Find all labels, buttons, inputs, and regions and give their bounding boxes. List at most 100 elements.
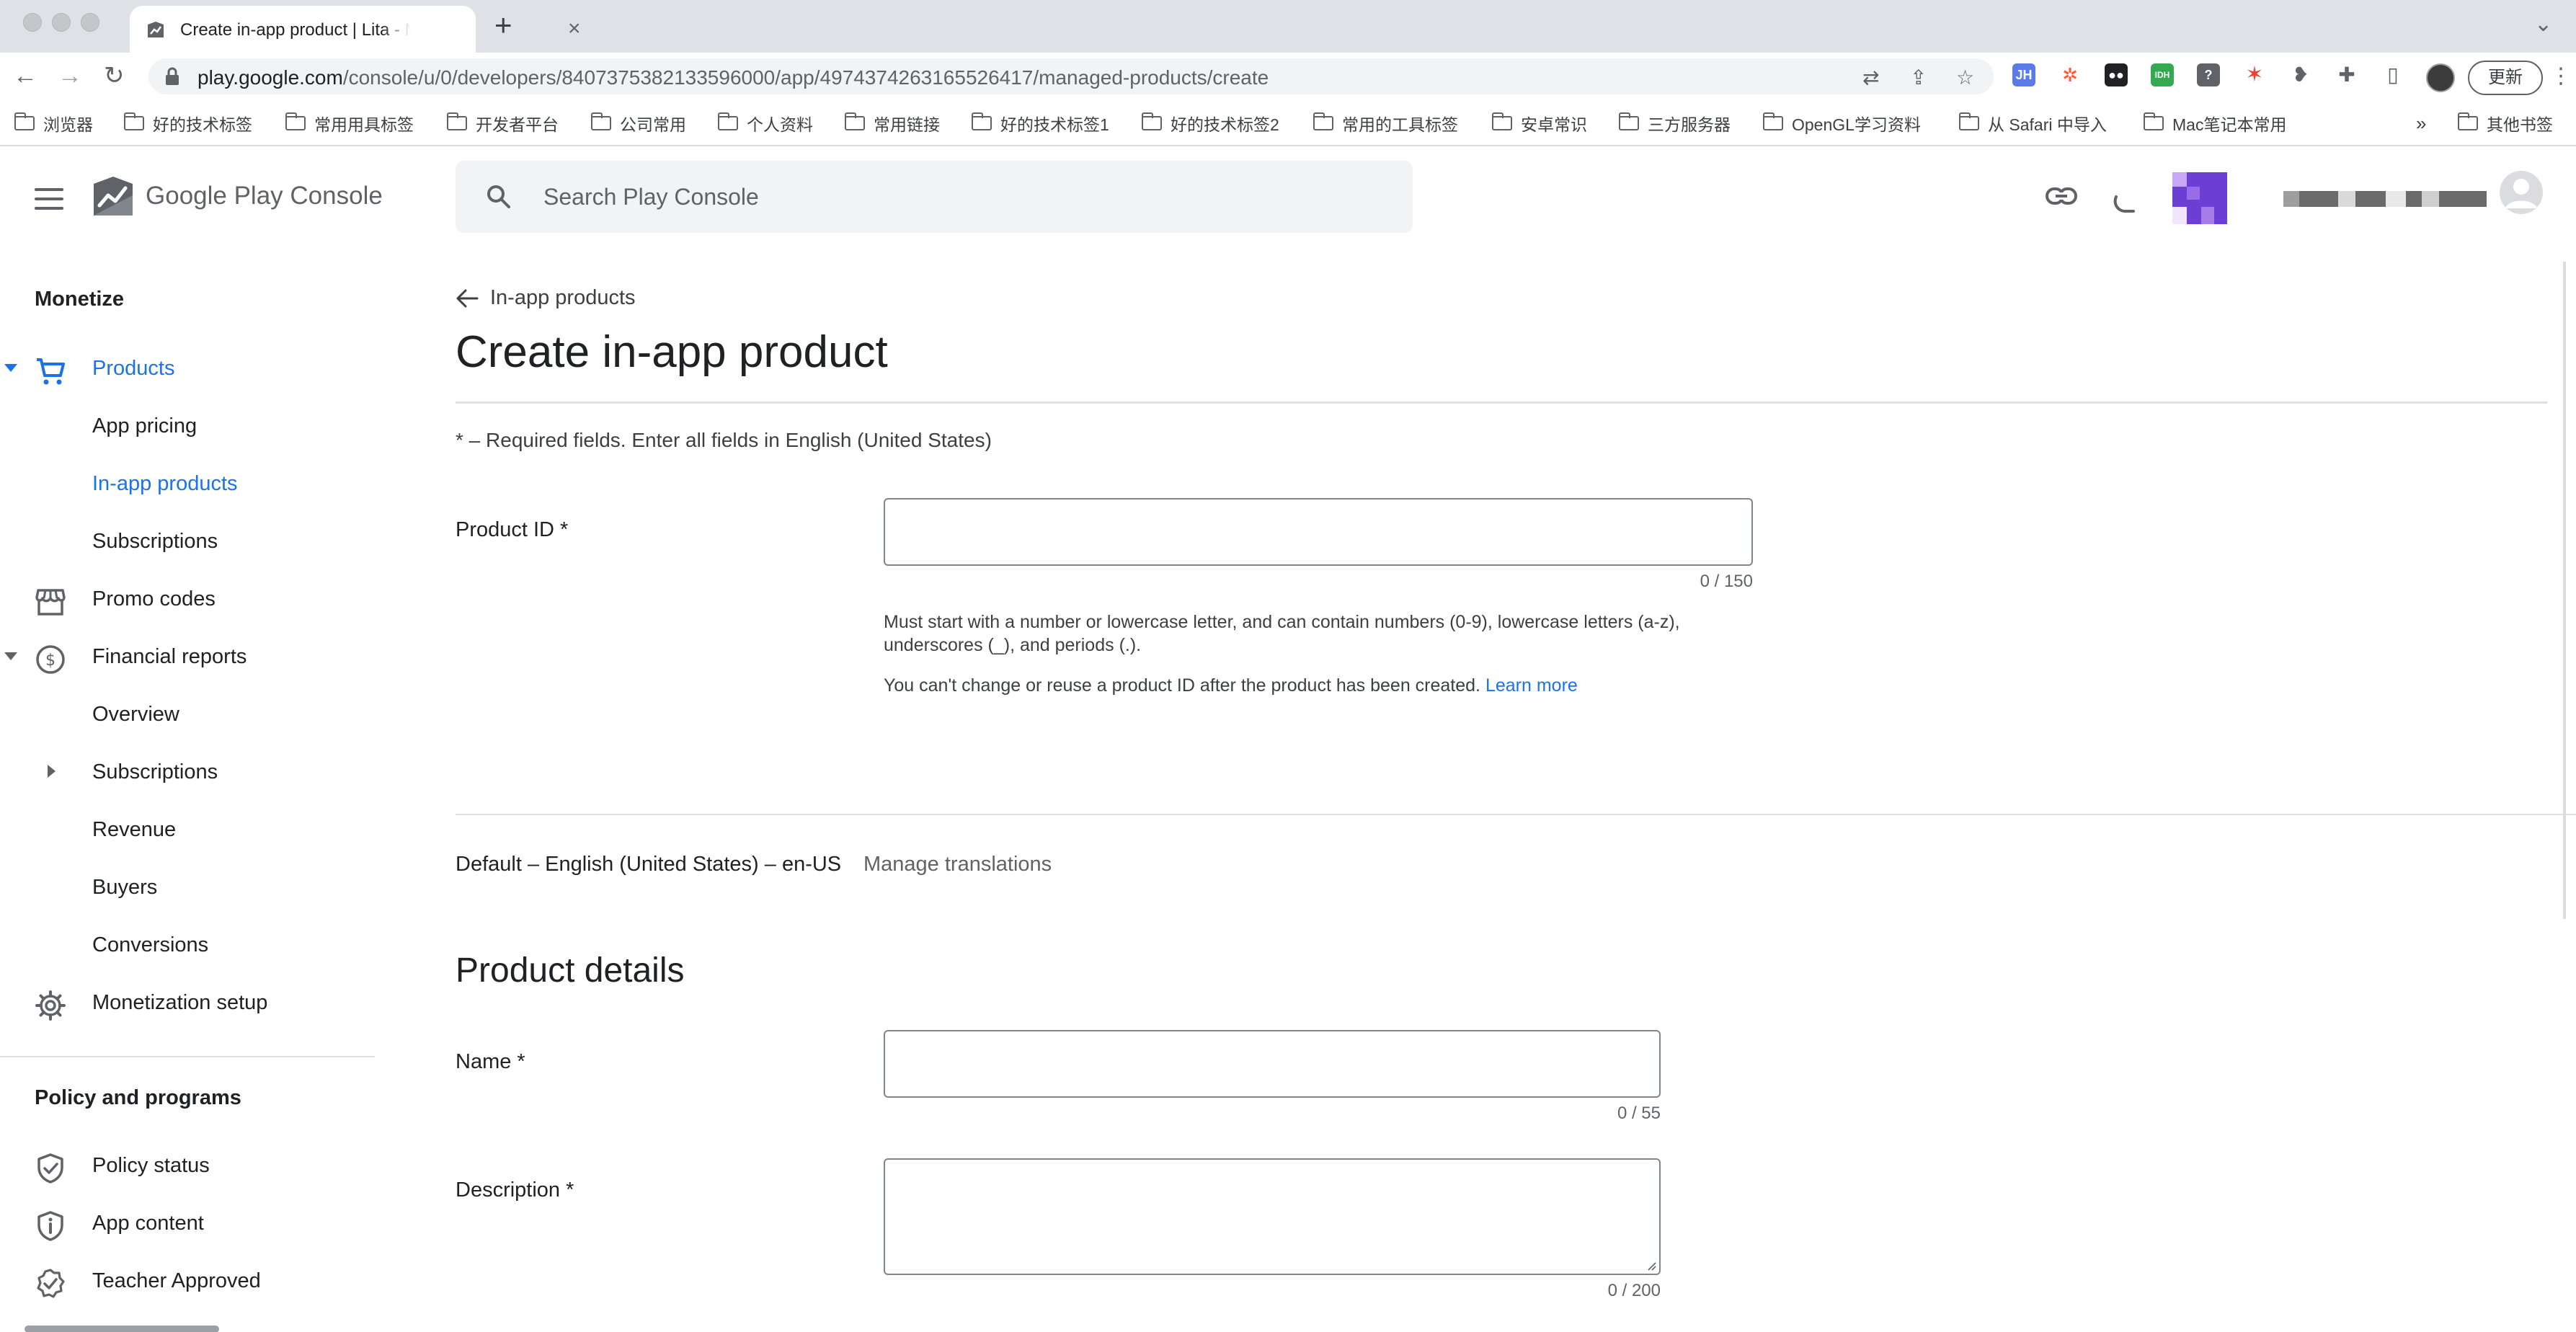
link-icon[interactable] bbox=[2046, 185, 2077, 207]
expand-caret-icon[interactable] bbox=[4, 364, 17, 372]
sidebar-item-financial-reports[interactable]: $ Financial reports bbox=[0, 631, 375, 685]
tampermonkey-extension-icon[interactable]: ●● bbox=[2105, 63, 2128, 86]
console-header: Google Play Console bbox=[0, 148, 2576, 262]
update-button[interactable]: 更新 bbox=[2468, 61, 2543, 95]
translate-icon[interactable]: ⇄ bbox=[1862, 66, 1879, 89]
sidebar-item-in-app-products[interactable]: In-app products bbox=[0, 458, 375, 512]
product-id-field[interactable] bbox=[884, 498, 1753, 566]
product-id-immutable-note: You can't change or reuse a product ID a… bbox=[884, 675, 1578, 696]
sidebar-item-subscriptions[interactable]: Subscriptions bbox=[0, 515, 375, 570]
resize-handle-icon[interactable] bbox=[1646, 1261, 1656, 1271]
browser-tab-active[interactable]: Create in-app product | Lita - M × bbox=[130, 6, 581, 53]
main-content: In-app products Create in-app product * … bbox=[375, 262, 2576, 1332]
description-field[interactable] bbox=[884, 1158, 1661, 1275]
window-close-button[interactable] bbox=[23, 13, 42, 32]
search-input[interactable] bbox=[543, 161, 1394, 233]
puzzle-extensions-icon[interactable]: ✚ bbox=[2335, 63, 2358, 86]
sidebar-item-financial-subscriptions[interactable]: Subscriptions bbox=[0, 746, 375, 801]
sidebar-item-app-pricing[interactable]: App pricing bbox=[0, 400, 375, 455]
bookmark-folder[interactable]: 常用的工具标签 bbox=[1313, 112, 1458, 135]
chevron-right-icon[interactable] bbox=[48, 765, 55, 778]
bookmark-folder[interactable]: 开发者平台 bbox=[447, 112, 559, 135]
sidebar-item-monetization-setup[interactable]: Monetization setup bbox=[0, 977, 375, 1031]
sidebar-item-label: Teacher Approved bbox=[92, 1269, 261, 1292]
product-id-help-line: underscores (_), and periods (.). bbox=[884, 635, 1142, 655]
product-id-input[interactable] bbox=[885, 500, 1751, 564]
tab-close-icon[interactable]: × bbox=[568, 18, 581, 40]
back-arrow-icon[interactable]: ← bbox=[13, 63, 37, 89]
bookmark-folder[interactable]: Mac笔记本常用 bbox=[2144, 112, 2286, 135]
folder-icon bbox=[2144, 112, 2164, 130]
shield-extension-icon[interactable]: ? bbox=[2197, 63, 2220, 86]
sidebar-item-policy-status[interactable]: Policy status bbox=[0, 1140, 375, 1194]
bookmark-folder[interactable]: 好的技术标签2 bbox=[1142, 112, 1279, 135]
expand-caret-icon[interactable] bbox=[4, 652, 17, 660]
name-counter: 0 / 55 bbox=[1617, 1104, 1661, 1123]
arrow-back-icon bbox=[456, 289, 479, 307]
sidebar-scrollbar[interactable] bbox=[25, 1326, 219, 1332]
pinwheel-extension-icon[interactable]: ✲ bbox=[2058, 63, 2082, 86]
bear-extension-icon[interactable]: ❥ bbox=[2289, 63, 2312, 86]
bookmark-folder[interactable]: 好的技术标签 bbox=[124, 112, 252, 135]
bookmark-star-icon[interactable]: ☆ bbox=[1956, 66, 1974, 89]
sidebar-item-products[interactable]: Products bbox=[0, 342, 375, 397]
back-label: In-app products bbox=[490, 286, 636, 309]
window-minimize-button[interactable] bbox=[52, 13, 71, 32]
main-scrollbar[interactable] bbox=[2563, 262, 2566, 919]
bookmark-folder[interactable]: 从 Safari 中导入 bbox=[1959, 112, 2107, 135]
description-textarea[interactable] bbox=[885, 1160, 1659, 1274]
sidebar-item-promo-codes[interactable]: Promo codes bbox=[0, 573, 375, 628]
developer-account-switcher[interactable] bbox=[2172, 166, 2490, 230]
bookmark-folder[interactable]: 三方服务器 bbox=[1619, 112, 1731, 135]
bookmark-folder[interactable]: 公司常用 bbox=[591, 112, 686, 135]
folder-icon bbox=[1142, 112, 1162, 130]
browser-toolbar: ← → ↻ play.google.com/console/u/0/develo… bbox=[0, 53, 2576, 100]
bookmark-folder[interactable]: 常用链接 bbox=[845, 112, 940, 135]
learn-more-link[interactable]: Learn more bbox=[1485, 675, 1578, 696]
search-bar[interactable] bbox=[456, 161, 1413, 233]
other-bookmarks-folder[interactable]: 其他书签 bbox=[2458, 112, 2553, 135]
folder-icon bbox=[591, 112, 611, 130]
folder-icon bbox=[285, 112, 306, 130]
cart-icon bbox=[37, 358, 65, 385]
forward-arrow-icon[interactable]: → bbox=[58, 63, 82, 89]
tab-search-chevron-icon[interactable]: ⌄ bbox=[2534, 12, 2552, 37]
section-divider bbox=[456, 814, 2576, 815]
gear-icon bbox=[35, 990, 66, 1021]
back-to-in-app-products-link[interactable]: In-app products bbox=[456, 286, 636, 310]
side-panel-icon[interactable]: ▯ bbox=[2381, 63, 2404, 86]
new-tab-button[interactable]: + bbox=[494, 10, 512, 40]
address-bar[interactable]: play.google.com/console/u/0/developers/8… bbox=[148, 58, 1994, 94]
hamburger-menu-icon[interactable] bbox=[35, 188, 63, 211]
product-name: Google Play Console bbox=[146, 182, 383, 210]
manage-translations-button[interactable]: Manage translations bbox=[863, 853, 1052, 876]
browser-tab-strip: Create in-app product | Lita - M × + ⌄ bbox=[0, 0, 2576, 53]
window-zoom-button[interactable] bbox=[81, 13, 99, 32]
url-text[interactable]: play.google.com/console/u/0/developers/8… bbox=[197, 66, 1269, 89]
browser-profile-avatar[interactable] bbox=[2426, 63, 2455, 92]
green-extension-icon[interactable]: IDH bbox=[2151, 63, 2174, 86]
reload-icon[interactable]: ↻ bbox=[104, 63, 125, 89]
bookmark-folder[interactable]: OpenGL学习资料 bbox=[1763, 112, 1921, 135]
star-extension-icon[interactable]: ✶ bbox=[2243, 63, 2266, 86]
description-counter: 0 / 200 bbox=[1607, 1281, 1661, 1300]
person-icon bbox=[2505, 179, 2537, 208]
sidebar-item-conversions[interactable]: Conversions bbox=[0, 919, 375, 974]
bookmark-folder[interactable]: 个人资料 bbox=[718, 112, 813, 135]
bookmark-folder[interactable]: 浏览器 bbox=[14, 112, 93, 135]
sidebar-item-revenue[interactable]: Revenue bbox=[0, 804, 375, 858]
bookmark-folder[interactable]: 常用用具标签 bbox=[285, 112, 414, 135]
share-icon[interactable]: ⇪ bbox=[1910, 66, 1927, 89]
jh-extension-icon[interactable]: JH bbox=[2012, 63, 2035, 86]
bookmark-folder[interactable]: 安卓常识 bbox=[1492, 112, 1587, 135]
bookmarks-more-chevron-icon[interactable]: » bbox=[2416, 112, 2426, 135]
sidebar-item-teacher-approved[interactable]: Teacher Approved bbox=[0, 1255, 375, 1310]
bookmark-folder[interactable]: 好的技术标签1 bbox=[972, 112, 1109, 135]
sidebar-item-overview[interactable]: Overview bbox=[0, 688, 375, 743]
sidebar-item-app-content[interactable]: App content bbox=[0, 1197, 375, 1252]
user-avatar[interactable] bbox=[2500, 171, 2543, 214]
name-input[interactable] bbox=[885, 1031, 1659, 1096]
sidebar-item-buyers[interactable]: Buyers bbox=[0, 861, 375, 916]
name-field[interactable] bbox=[884, 1030, 1661, 1098]
browser-menu-icon[interactable]: ⋮ bbox=[2550, 63, 2572, 89]
